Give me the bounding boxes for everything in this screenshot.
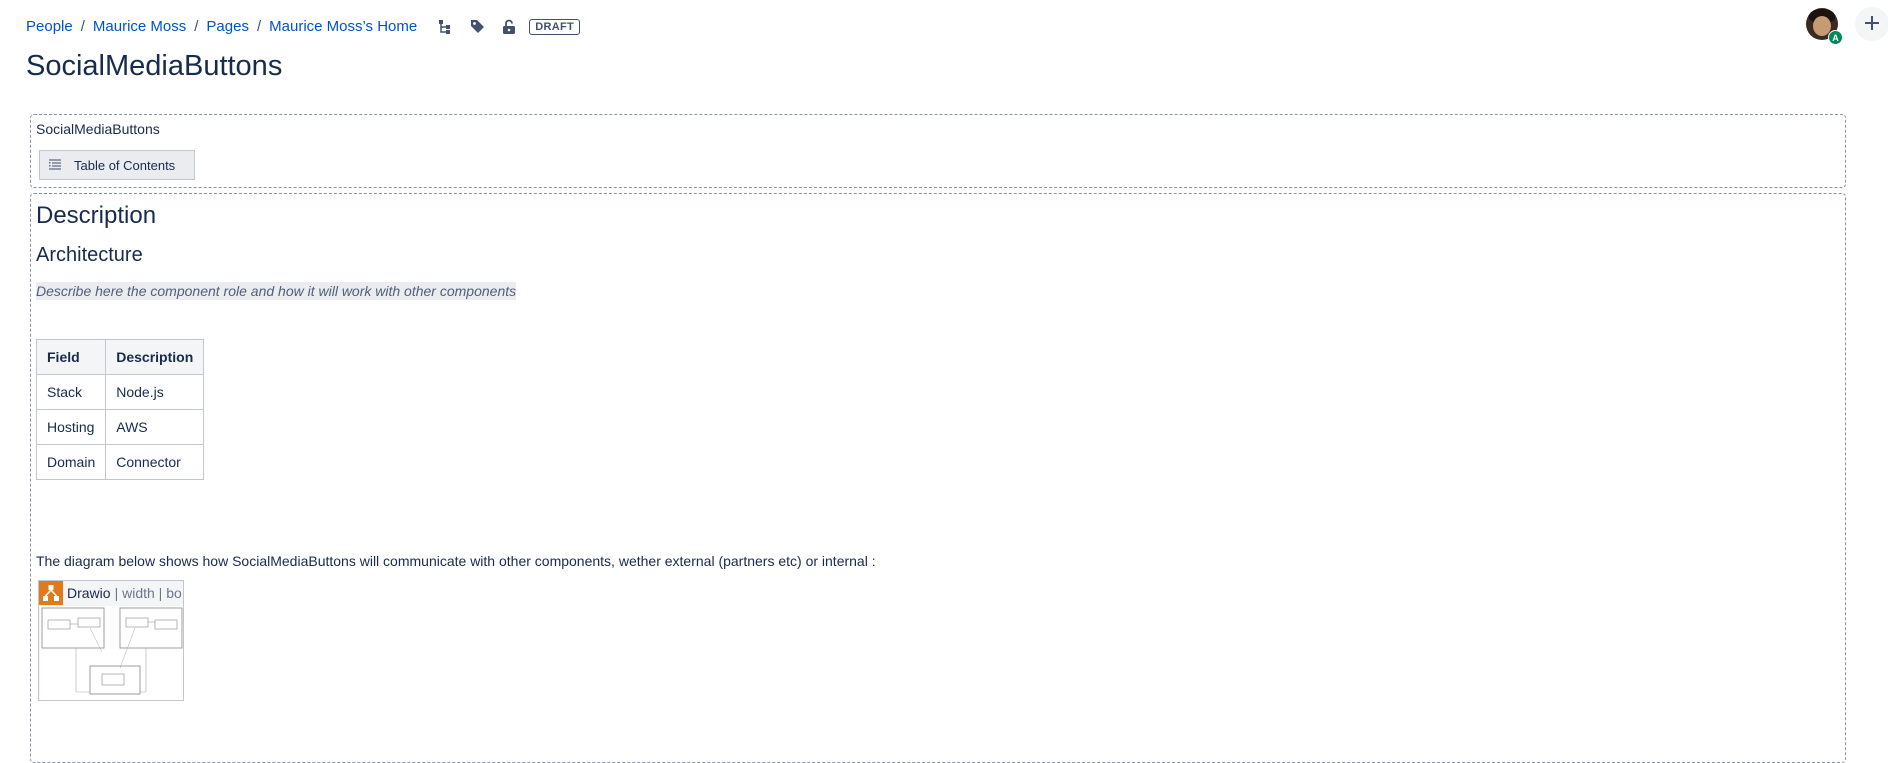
breadcrumb-separator: /: [194, 18, 199, 35]
table-cell[interactable]: Hosting: [35, 409, 107, 445]
drawio-header: Drawio | width | bo: [39, 581, 183, 605]
drawio-params: | width | bo: [114, 585, 182, 601]
component-table[interactable]: Field Description Stack Node.js Hosting …: [35, 339, 205, 480]
plus-icon: [1864, 15, 1880, 34]
toc-icon: [48, 158, 64, 172]
heading-architecture[interactable]: Architecture: [36, 244, 143, 267]
macro-panel[interactable]: SocialMediaButtons Table of Contents: [30, 114, 1846, 188]
table-row: Stack Node.js: [35, 374, 205, 410]
breadcrumb: People / Maurice Moss / Pages / Maurice …: [26, 18, 581, 35]
breadcrumb-separator: /: [80, 18, 85, 35]
page-actions: [437, 19, 517, 35]
diagram-intro-text[interactable]: The diagram below shows how SocialMediaB…: [36, 553, 876, 569]
page-title[interactable]: SocialMediaButtons: [26, 50, 282, 83]
content-panel[interactable]: Description Architecture Describe here t…: [30, 193, 1846, 763]
add-button[interactable]: [1855, 7, 1888, 41]
table-cell[interactable]: AWS: [105, 409, 205, 445]
breadcrumb-people[interactable]: People: [26, 18, 73, 35]
breadcrumb-home[interactable]: Maurice Moss’s Home: [269, 18, 417, 35]
table-cell[interactable]: Domain: [35, 444, 107, 480]
table-header-row: Field Description: [35, 339, 205, 375]
unlock-icon[interactable]: [501, 19, 517, 35]
table-row: Domain Connector: [35, 444, 205, 480]
drawio-logo-icon: [39, 581, 63, 605]
table-row: Hosting AWS: [35, 409, 205, 445]
placeholder-text[interactable]: Describe here the component role and how…: [36, 282, 517, 300]
drawio-macro[interactable]: Drawio | width | bo: [38, 580, 184, 701]
table-header-field[interactable]: Field: [35, 339, 107, 375]
table-cell[interactable]: Connector: [105, 444, 205, 480]
toc-button-label: Table of Contents: [74, 157, 176, 173]
breadcrumb-separator: /: [256, 18, 262, 35]
heading-description[interactable]: Description: [36, 202, 156, 230]
breadcrumb-maurice-moss[interactable]: Maurice Moss: [93, 18, 186, 35]
presence-badge: A: [1828, 30, 1843, 45]
toc-macro-button[interactable]: Table of Contents: [39, 150, 195, 180]
drawio-preview-image: [40, 606, 183, 700]
avatar[interactable]: A: [1806, 8, 1843, 45]
drawio-name: Drawio: [67, 585, 111, 601]
status-badge: DRAFT: [529, 18, 581, 35]
table-header-description[interactable]: Description: [105, 339, 205, 375]
tag-icon[interactable]: [469, 19, 485, 35]
table-cell[interactable]: Stack: [35, 374, 107, 410]
breadcrumb-pages[interactable]: Pages: [206, 18, 249, 35]
table-cell[interactable]: Node.js: [105, 374, 205, 410]
page-tree-icon[interactable]: [437, 19, 453, 35]
macro-panel-label: SocialMediaButtons: [36, 121, 160, 137]
